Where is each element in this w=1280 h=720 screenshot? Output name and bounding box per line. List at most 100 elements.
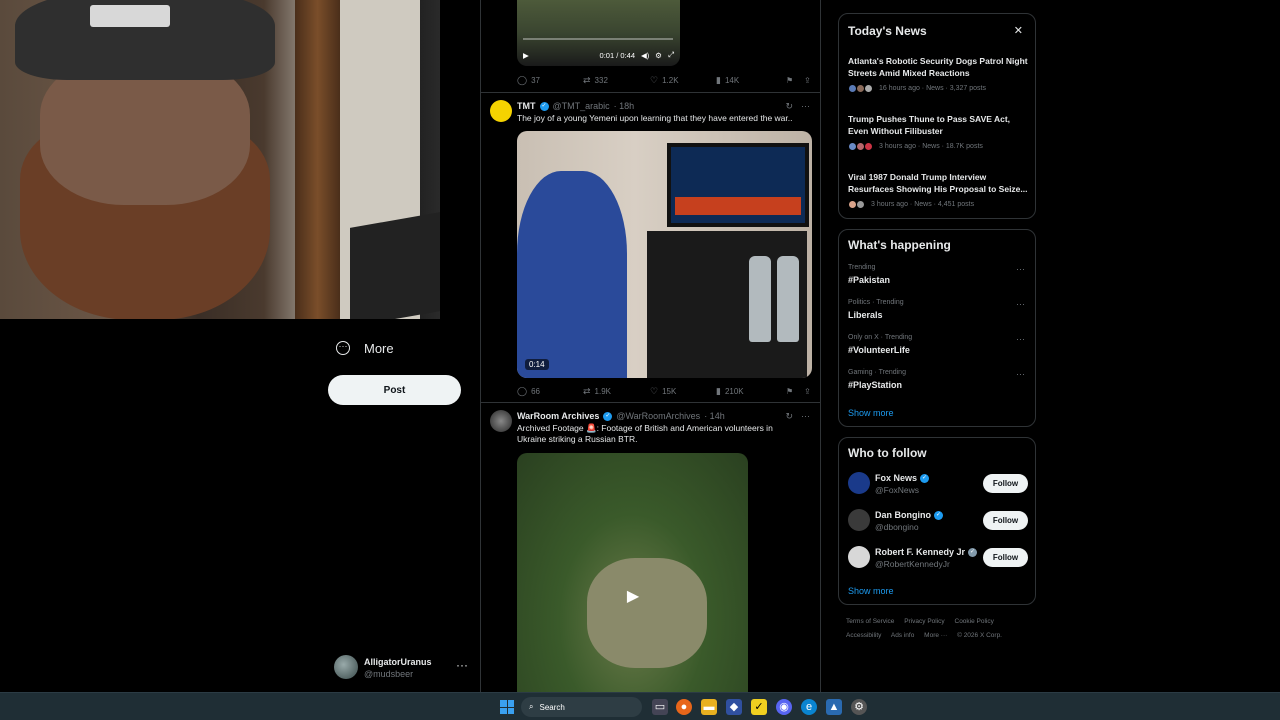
tweet-author-name[interactable]: WarRoom Archives [517, 411, 599, 421]
avatar[interactable] [848, 509, 870, 531]
taskbar-search[interactable]: ⌕ Search [521, 697, 642, 717]
avatar [334, 655, 358, 679]
show-more-link[interactable]: Show more [848, 408, 894, 418]
volume-icon[interactable]: ◀) [641, 51, 649, 60]
reply-button[interactable]: ◯ 66 [517, 386, 583, 397]
todays-news-card: Today's News ✕ Atlanta's Robotic Securit… [838, 13, 1036, 219]
verified-icon: ✓ [934, 510, 943, 520]
retweet-button[interactable]: ⇄ 332 [583, 75, 650, 86]
news-item-meta: 3 hours ago · News · 18.7K posts [848, 142, 983, 151]
views-button[interactable]: ▮ 14K [716, 75, 786, 86]
video-duration: 0:14 [525, 359, 549, 370]
follow-button[interactable]: Follow [983, 511, 1028, 530]
fullscreen-icon[interactable]: ⤢ [668, 50, 674, 60]
avatar[interactable] [848, 546, 870, 568]
retweet-icon: ⇄ [583, 385, 591, 396]
follow-button[interactable]: Follow [983, 548, 1028, 567]
views-icon: ▮ [716, 385, 721, 396]
tweet-author-avatar[interactable] [490, 100, 512, 122]
post-button[interactable]: Post [328, 375, 461, 405]
file-explorer-icon[interactable]: ▬ [701, 699, 717, 715]
firefox-icon[interactable]: ● [676, 699, 692, 715]
follow-account-name[interactable]: Fox News ✓ [875, 473, 930, 483]
tweet-header: WarRoom Archives ✓ @WarRoomArchives · 14… [517, 411, 725, 421]
account-more-icon[interactable]: ··· [456, 658, 468, 672]
tweet-actions: ◯ 66 ⇄ 1.9K ♡ 15K ▮ 210K ⚑ ⇪ [517, 384, 813, 398]
tweet-author-handle[interactable]: @TMT_arabic [553, 101, 610, 111]
settings-icon[interactable]: ⚙ [851, 699, 867, 715]
retweet-button[interactable]: ⇄ 1.9K [583, 386, 650, 397]
discord-icon[interactable]: ◉ [776, 699, 792, 715]
footer-link[interactable]: Ads info [891, 632, 915, 639]
bookmark-icon[interactable]: ⚑ [786, 387, 804, 396]
tweet-more-icon[interactable]: ··· [801, 411, 810, 422]
play-icon[interactable]: ▶ [622, 586, 644, 608]
play-icon[interactable]: ▶ [523, 51, 529, 60]
footer-link[interactable]: Cookie Policy [955, 618, 994, 625]
tweet-author-avatar[interactable] [490, 410, 512, 432]
notes-icon[interactable]: ✓ [751, 699, 767, 715]
tweet-video[interactable]: ▶ [517, 453, 748, 692]
video-progress-bar[interactable] [523, 38, 673, 40]
follow-account-name[interactable]: Robert F. Kennedy Jr ✓ [875, 547, 978, 557]
like-button[interactable]: ♡ 1.2K [650, 75, 716, 86]
tweet-time[interactable]: · 18h [614, 101, 635, 111]
footer-link[interactable]: Accessibility [846, 632, 881, 639]
tweet-author-handle[interactable]: @WarRoomArchives [616, 411, 700, 421]
news-item-title[interactable]: Atlanta's Robotic Security Dogs Patrol N… [848, 56, 1030, 79]
nav-more[interactable]: ··· More [330, 334, 470, 362]
photos-icon[interactable]: ▲ [826, 699, 842, 715]
reply-icon: ◯ [517, 385, 528, 396]
close-icon[interactable]: ✕ [1014, 24, 1023, 37]
footer-link[interactable]: Privacy Policy [904, 618, 944, 625]
bookmark-icon[interactable]: ⚑ [786, 76, 804, 85]
whats-happening-card: What's happening Trending #Pakistan ··· … [838, 229, 1036, 427]
trend-name[interactable]: #PlayStation [848, 380, 902, 390]
app-icon[interactable]: ◆ [726, 699, 742, 715]
verified-icon: ✓ [603, 411, 613, 421]
trend-more-icon[interactable]: ··· [1016, 299, 1025, 309]
trend-category: Only on X · Trending [848, 334, 913, 341]
card-title: What's happening [848, 238, 951, 252]
follow-button[interactable]: Follow [983, 474, 1028, 493]
share-icon[interactable]: ⇪ [804, 76, 811, 85]
account-switcher[interactable]: AlligatorUranus @mudsbeer ··· [334, 654, 474, 682]
trend-name[interactable]: Liberals [848, 310, 883, 320]
task-view-icon[interactable]: ▭ [652, 699, 668, 715]
news-item-title[interactable]: Viral 1987 Donald Trump Interview Resurf… [848, 172, 1030, 195]
edge-icon[interactable]: e [801, 699, 817, 715]
trend-more-icon[interactable]: ··· [1016, 334, 1025, 344]
tweet-video-player[interactable]: ▶ 0:01 / 0:44 ◀) ⚙ ⤢ [517, 0, 680, 66]
settings-icon[interactable]: ⚙ [655, 51, 662, 60]
footer-link[interactable]: More ··· [924, 632, 947, 639]
avatar[interactable] [848, 472, 870, 494]
card-title: Today's News [848, 24, 927, 38]
windows-start-icon[interactable] [500, 700, 514, 714]
trend-name[interactable]: #Pakistan [848, 275, 890, 285]
tweet-author-name[interactable]: TMT [517, 101, 536, 111]
tweet-time[interactable]: · 14h [704, 411, 725, 421]
show-more-link[interactable]: Show more [848, 586, 894, 596]
tweet-video[interactable]: 0:14 [517, 131, 812, 378]
grok-icon[interactable]: ↻ [785, 411, 793, 422]
card-title: Who to follow [848, 446, 927, 460]
like-button[interactable]: ♡ 15K [650, 386, 716, 397]
trend-category: Politics · Trending [848, 299, 904, 306]
retweet-icon: ⇄ [583, 74, 591, 85]
trend-more-icon[interactable]: ··· [1016, 369, 1025, 379]
views-button[interactable]: ▮ 210K [716, 386, 786, 397]
account-name: AlligatorUranus [364, 657, 432, 667]
follow-account-name[interactable]: Dan Bongino ✓ [875, 510, 943, 520]
grok-icon[interactable]: ↻ [785, 101, 793, 112]
reply-button[interactable]: ◯ 37 [517, 75, 583, 86]
follow-account-handle: @FoxNews [875, 485, 920, 495]
footer-links: Terms of Service Privacy Policy Cookie P… [846, 615, 1036, 643]
tweet-more-icon[interactable]: ··· [801, 101, 810, 112]
footer-link[interactable]: Terms of Service [846, 618, 894, 625]
news-item-title[interactable]: Trump Pushes Thune to Pass SAVE Act, Eve… [848, 114, 1030, 137]
share-icon[interactable]: ⇪ [804, 387, 811, 396]
timeline[interactable]: ▶ 0:01 / 0:44 ◀) ⚙ ⤢ ◯ 37 ⇄ 332 ♡ 1.2K ▮ 14K… [480, 0, 821, 692]
trend-more-icon[interactable]: ··· [1016, 264, 1025, 274]
trend-name[interactable]: #VolunteerLife [848, 345, 910, 355]
video-controls: ▶ 0:01 / 0:44 ◀) ⚙ ⤢ [517, 44, 680, 66]
